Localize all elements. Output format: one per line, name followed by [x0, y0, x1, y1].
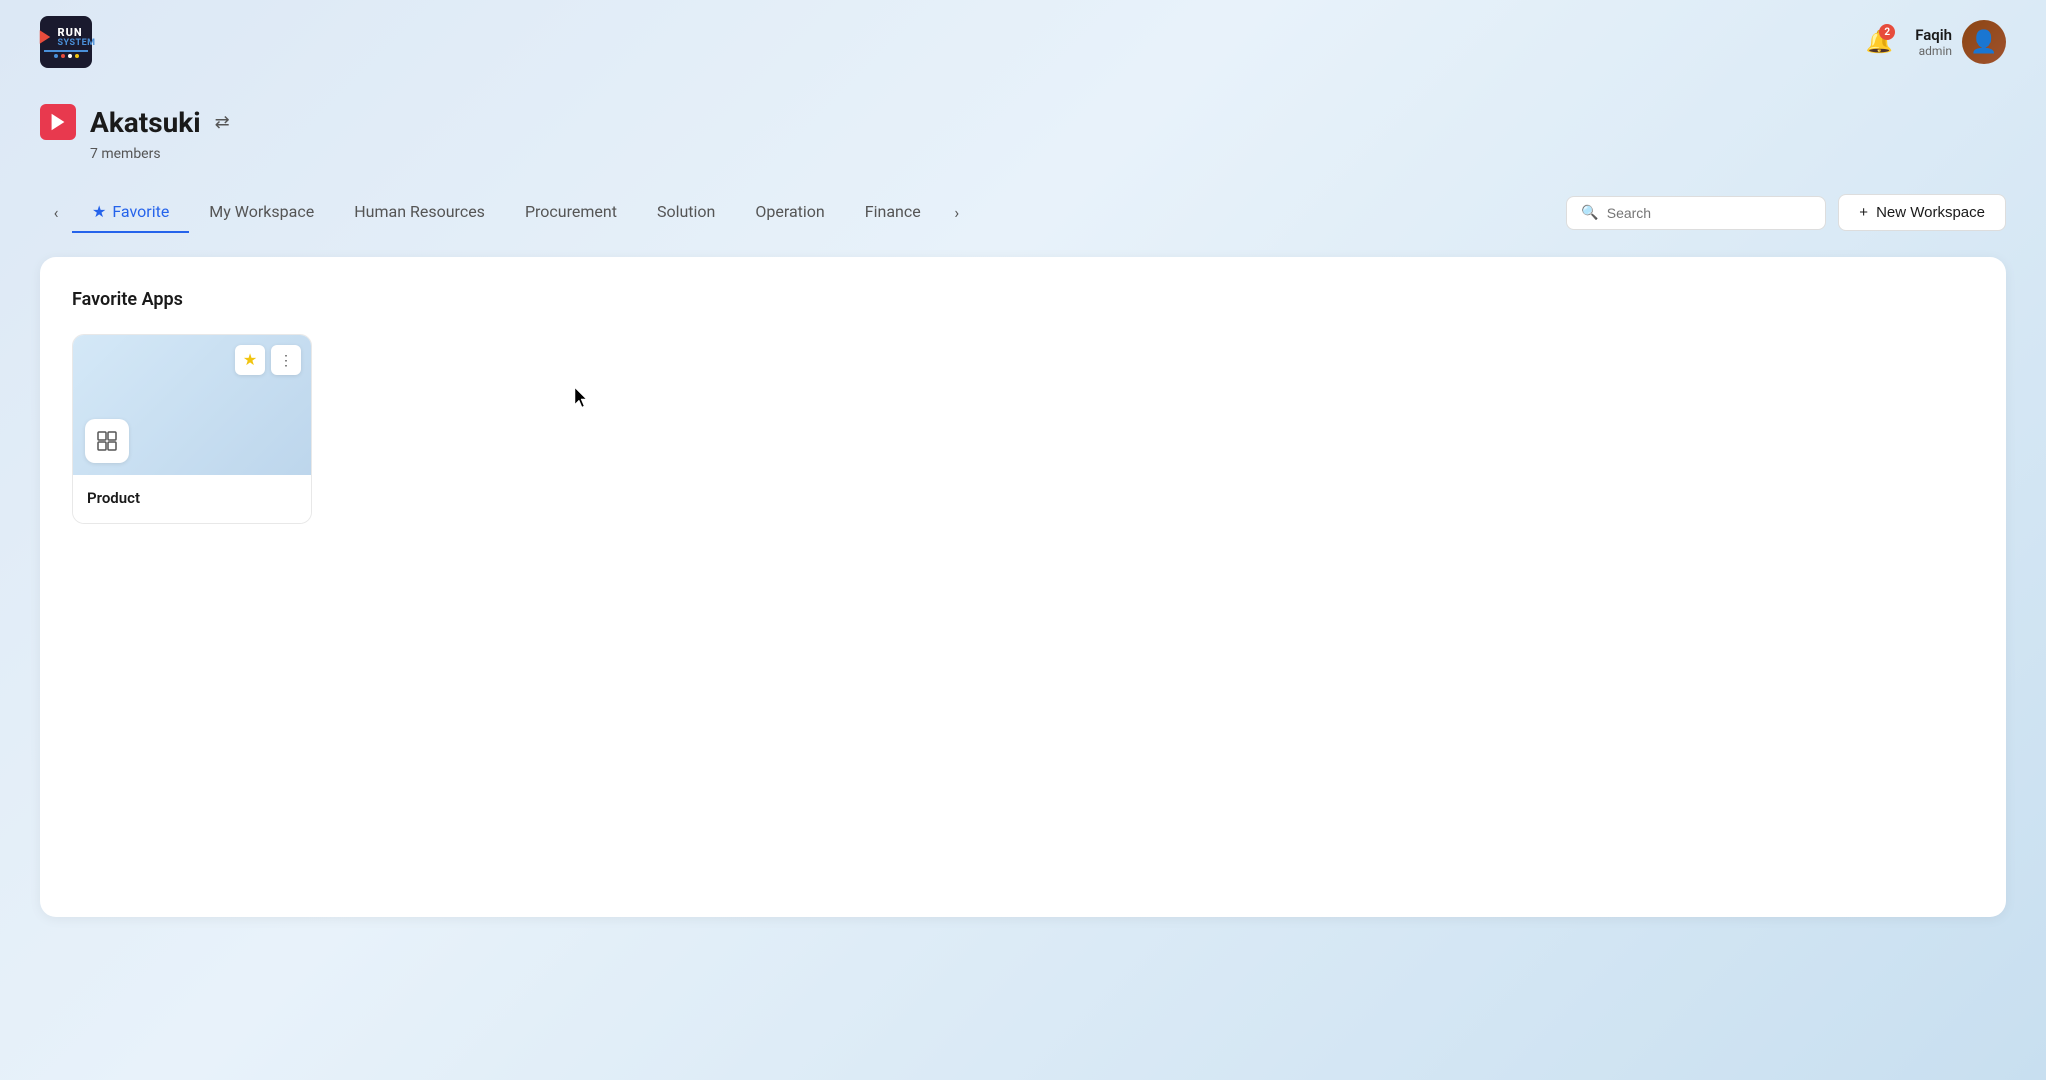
workspace-section: Akatsuki ⇄ 7 members [0, 84, 2046, 162]
tab-operation-label: Operation [755, 202, 824, 221]
apps-grid: ★ ⋮ Product [72, 334, 1974, 524]
logo-system-text: SYSTEM [57, 38, 95, 48]
tab-favorite-label: Favorite [112, 202, 169, 221]
new-workspace-button[interactable]: + New Workspace [1838, 194, 2006, 231]
user-text: Faqih admin [1915, 26, 1952, 58]
tab-solution-label: Solution [657, 202, 715, 221]
logo-dot [61, 54, 65, 58]
logo-box: RUN SYSTEM [40, 16, 92, 68]
app-card-name: Product [87, 489, 297, 507]
tab-solution[interactable]: Solution [637, 192, 735, 233]
app-card-header: ★ ⋮ [73, 335, 311, 475]
workspace-icon [40, 104, 76, 140]
app-card-actions: ★ ⋮ [235, 345, 301, 375]
app-icon-box [85, 419, 129, 463]
tab-human-resources-label: Human Resources [354, 202, 485, 221]
product-icon [95, 429, 119, 453]
new-workspace-label: New Workspace [1876, 204, 1985, 221]
star-icon: ★ [92, 202, 106, 221]
nav-prev-arrow[interactable]: ‹ [40, 197, 72, 229]
notification-bell[interactable]: 🔔 2 [1859, 22, 1899, 62]
tab-my-workspace-label: My Workspace [209, 202, 314, 221]
logo-dot [68, 54, 72, 58]
nav-tabs-right: 🔍 + New Workspace [1566, 194, 2006, 231]
plus-icon: + [1859, 204, 1868, 221]
ellipsis-icon: ⋮ [279, 352, 293, 369]
run-logo-icon [36, 28, 54, 46]
app-card-body: Product [73, 475, 311, 523]
tab-my-workspace[interactable]: My Workspace [189, 192, 334, 233]
avatar: 👤 [1962, 20, 2006, 64]
header-right: 🔔 2 Faqih admin 👤 [1859, 20, 2006, 64]
tab-finance-label: Finance [865, 202, 921, 221]
logo-dot [75, 54, 79, 58]
nav-next-arrow[interactable]: › [941, 197, 973, 229]
logo-run-text: RUN [57, 27, 95, 38]
workspace-title: Akatsuki [90, 106, 201, 139]
search-input[interactable] [1607, 205, 1812, 221]
logo-divider [44, 50, 88, 52]
star-filled-icon: ★ [243, 350, 257, 370]
star-button[interactable]: ★ [235, 345, 265, 375]
main-content: Favorite Apps ★ ⋮ [40, 257, 2006, 917]
logo-area[interactable]: RUN SYSTEM [40, 16, 92, 68]
tab-favorite[interactable]: ★ Favorite [72, 192, 189, 233]
workspace-logo-icon [47, 111, 69, 133]
app-card-product[interactable]: ★ ⋮ Product [72, 334, 312, 524]
more-options-button[interactable]: ⋮ [271, 345, 301, 375]
workspace-members: 7 members [90, 146, 2006, 162]
search-icon: 🔍 [1581, 205, 1598, 221]
section-title: Favorite Apps [72, 289, 1974, 310]
user-info[interactable]: Faqih admin 👤 [1915, 20, 2006, 64]
tab-operation[interactable]: Operation [735, 192, 844, 233]
tab-procurement[interactable]: Procurement [505, 192, 637, 233]
search-box[interactable]: 🔍 [1566, 196, 1826, 230]
nav-tabs-left: ‹ ★ Favorite My Workspace Human Resource… [40, 192, 1566, 233]
logo-dot [54, 54, 58, 58]
workspace-header: Akatsuki ⇄ [40, 104, 2006, 140]
nav-tabs: ‹ ★ Favorite My Workspace Human Resource… [0, 162, 2046, 233]
tab-human-resources[interactable]: Human Resources [334, 192, 505, 233]
workspace-switch-icon[interactable]: ⇄ [215, 112, 230, 133]
tab-procurement-label: Procurement [525, 202, 617, 221]
user-role: admin [1915, 44, 1952, 58]
tab-finance[interactable]: Finance [845, 192, 941, 233]
header: RUN SYSTEM 🔔 2 Faqih admin 👤 [0, 0, 2046, 84]
user-name: Faqih [1915, 26, 1952, 44]
